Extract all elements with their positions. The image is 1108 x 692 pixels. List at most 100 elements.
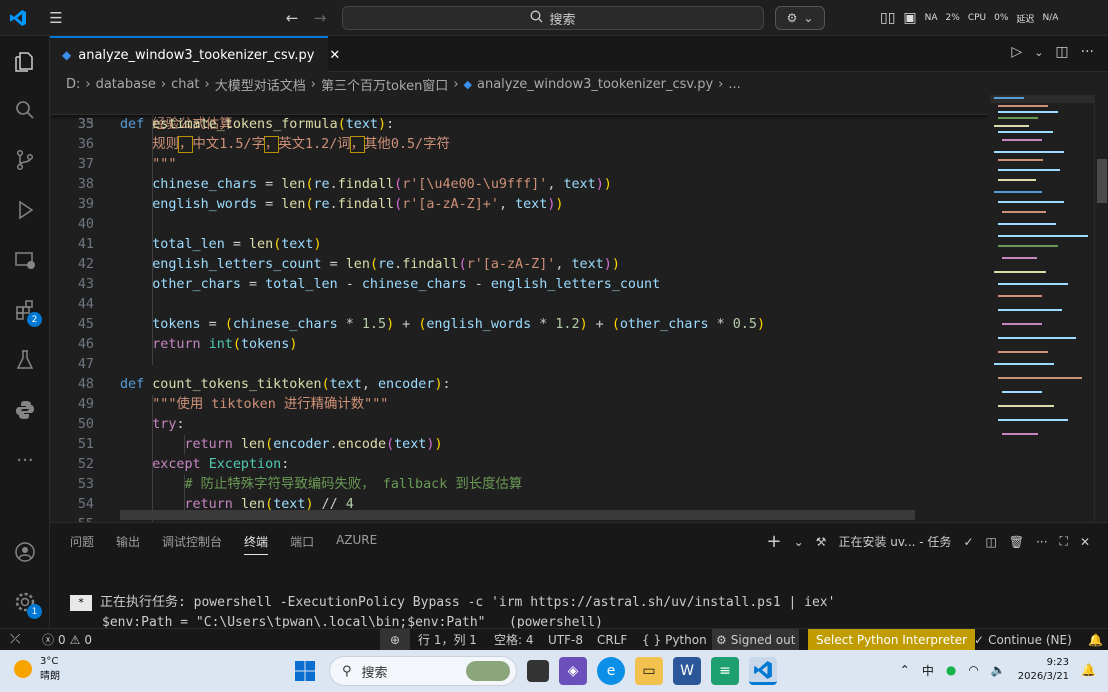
scrollbar-thumb[interactable] xyxy=(1097,159,1107,203)
horizontal-scrollbar[interactable] xyxy=(120,510,915,520)
edge-icon[interactable]: e xyxy=(597,657,625,685)
tab-problems[interactable]: 问题 xyxy=(70,533,94,555)
tab-debug-console[interactable]: 调试控制台 xyxy=(162,533,222,555)
notification-icon[interactable]: 🔔 xyxy=(1081,663,1096,677)
code-line: def count_tokens_tiktoken(text, encoder)… xyxy=(120,377,451,392)
remote-icon[interactable]: ⤫ xyxy=(6,629,24,651)
breadcrumb-symbol[interactable]: ... xyxy=(728,77,740,92)
more-actions-icon[interactable]: ··· xyxy=(1081,44,1094,60)
minimap[interactable] xyxy=(990,95,1094,522)
clock-time: 9:23 xyxy=(1046,657,1070,668)
command-search-box[interactable]: 搜索 xyxy=(342,6,764,30)
weather-temp: 3°C xyxy=(40,656,59,667)
wechat-icon[interactable]: ● xyxy=(946,663,956,677)
language-mode[interactable]: { } Python xyxy=(638,629,711,651)
extensions-icon[interactable]: 2 xyxy=(0,286,50,334)
forward-arrow-icon[interactable]: → xyxy=(310,8,330,28)
breadcrumb-database[interactable]: database xyxy=(96,77,156,92)
taskbar-search[interactable]: ⚲ 搜索 xyxy=(329,656,517,686)
tab-terminal[interactable]: 终端 xyxy=(244,533,269,555)
copilot-button[interactable]: ⚙ ⌄ xyxy=(775,6,825,30)
code-line: try: xyxy=(152,417,185,432)
sticky-scroll-line[interactable]: 33 def estimate_tokens_formula(text): xyxy=(50,95,988,132)
code-line: """ xyxy=(120,157,177,172)
line-number: 39 xyxy=(77,197,94,212)
more-icon[interactable]: ··· xyxy=(0,436,50,484)
editor-tabs: ◆ analyze_window3_tookenizer_csv.py ✕ ▷ … xyxy=(50,36,1108,72)
maximize-icon[interactable]: ⛶ xyxy=(1060,534,1068,549)
trash-icon[interactable]: 🗑 xyxy=(1009,535,1024,549)
word-icon[interactable]: W xyxy=(673,657,701,685)
terminal-line: 正在执行任务: powershell -ExecutionPolicy Bypa… xyxy=(100,595,836,610)
chevron-down-icon[interactable]: ⌄ xyxy=(1034,46,1043,59)
breadcrumb-chat[interactable]: chat xyxy=(171,77,199,92)
more-icon[interactable]: ··· xyxy=(1036,535,1047,549)
new-terminal-icon[interactable]: + xyxy=(767,531,782,552)
settings-badge: 1 xyxy=(27,604,42,619)
code-editor[interactable]: 33 def estimate_tokens_formula(text): 35 … xyxy=(50,95,988,522)
ime-indicator[interactable]: 中 xyxy=(922,662,934,679)
chevron-up-icon[interactable]: ⌃ xyxy=(900,663,910,677)
volume-icon[interactable]: 🔈 xyxy=(991,663,1006,677)
file-explorer-icon[interactable]: ▭ xyxy=(635,657,663,685)
notification-bell-icon[interactable]: 🔔 xyxy=(1084,629,1107,651)
indentation[interactable]: 空格: 4 xyxy=(490,629,538,651)
breadcrumb-folder-window[interactable]: 第三个百万token窗口 xyxy=(321,75,448,94)
weather-widget[interactable]: 3°C 晴朗 xyxy=(14,656,60,682)
notepad-icon[interactable]: ≡ xyxy=(711,657,739,685)
terminal-output[interactable]: * 正在执行任务: powershell -ExecutionPolicy Byp… xyxy=(70,573,835,633)
run-file-icon[interactable]: ▷ xyxy=(1011,44,1022,60)
back-arrow-icon[interactable]: ← xyxy=(282,8,302,28)
line-number: 50 xyxy=(77,417,94,432)
split-editor-icon[interactable]: ◫ xyxy=(1055,44,1068,60)
toggle-sidebar-icon[interactable]: ▯▯ xyxy=(880,10,895,26)
remote-explorer-icon[interactable] xyxy=(0,236,50,284)
windows-start-icon[interactable] xyxy=(291,657,319,685)
close-icon[interactable]: ✕ xyxy=(329,48,340,63)
testing-icon[interactable] xyxy=(0,336,50,384)
task-view-icon[interactable] xyxy=(527,660,549,682)
problems-status[interactable]: ⓧ 0 ⚠ 0 xyxy=(38,629,96,651)
account-icon[interactable] xyxy=(0,528,50,576)
select-interpreter-button[interactable]: Select Python Interpreter xyxy=(808,629,976,651)
continue-status[interactable]: ✓ Continue (NE) xyxy=(970,629,1076,651)
split-terminal-icon[interactable]: ◫ xyxy=(986,535,997,549)
clock[interactable]: 9:23 2026/3/21 xyxy=(1018,656,1069,684)
python-icon[interactable] xyxy=(0,386,50,434)
zoom-icon[interactable]: ⊕ xyxy=(380,629,410,651)
status-cpu-value: 0% xyxy=(994,13,1009,23)
check-icon[interactable]: ✓ xyxy=(963,535,973,549)
source-control-icon[interactable] xyxy=(0,136,50,184)
wifi-icon[interactable]: ◠ xyxy=(968,663,978,677)
encoding[interactable]: UTF-8 xyxy=(544,629,587,651)
breadcrumb-drive[interactable]: D: xyxy=(66,77,80,92)
search-sidebar-icon[interactable] xyxy=(0,86,50,134)
breadcrumb-folder-docs[interactable]: 大模型对话文档 xyxy=(215,75,306,94)
tab-output[interactable]: 输出 xyxy=(116,533,140,555)
tab-azure[interactable]: AZURE xyxy=(336,533,377,555)
status-latency-value: N/A xyxy=(1042,13,1059,23)
code-line: """使用 tiktoken 进行精确计数""" xyxy=(120,397,389,412)
close-panel-icon[interactable]: ✕ xyxy=(1080,535,1090,549)
vertical-scrollbar[interactable] xyxy=(1094,95,1108,522)
breadcrumb-file[interactable]: analyze_window3_tookenizer_csv.py xyxy=(477,77,713,92)
settings-gear-icon[interactable]: 1 xyxy=(0,578,50,626)
line-ending[interactable]: CRLF xyxy=(593,629,631,651)
line-number: 41 xyxy=(77,237,94,252)
vscode-taskbar-icon[interactable] xyxy=(749,657,777,685)
tab-ports[interactable]: 端口 xyxy=(290,533,314,555)
explorer-icon[interactable] xyxy=(0,38,50,86)
run-debug-icon[interactable] xyxy=(0,186,50,234)
task-label[interactable]: 正在安装 uv... - 任务 xyxy=(838,533,951,550)
cursor-position[interactable]: 行 1，列 1 xyxy=(414,629,481,651)
menu-icon[interactable]: ☰ xyxy=(46,8,66,28)
tab-analyze-file[interactable]: ◆ analyze_window3_tookenizer_csv.py ✕ xyxy=(50,36,340,72)
chevron-down-icon[interactable]: ⌄ xyxy=(794,535,804,549)
copilot-app-icon[interactable]: ◈ xyxy=(559,657,587,685)
signed-out-status[interactable]: ⚙ Signed out xyxy=(712,629,800,651)
layout-icon[interactable]: ▣ xyxy=(903,10,916,26)
taskbar-search-label: 搜索 xyxy=(361,665,388,681)
terminal-marker: * xyxy=(70,594,92,611)
line-number: 45 xyxy=(77,317,94,332)
line-number: 46 xyxy=(77,337,94,352)
